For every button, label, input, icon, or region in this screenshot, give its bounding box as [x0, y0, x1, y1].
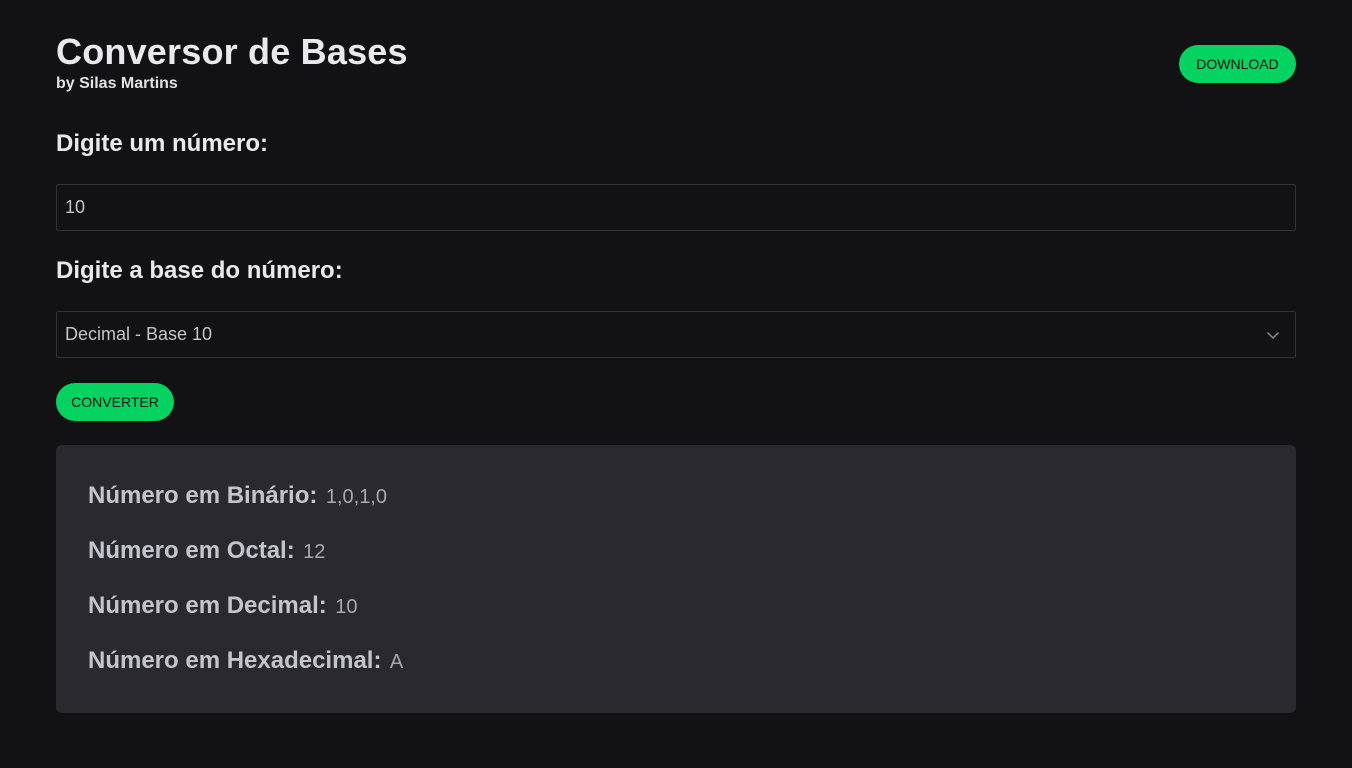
result-octal: Número em Octal: 12 — [88, 534, 1264, 589]
download-button[interactable]: DOWNLOAD — [1179, 45, 1296, 83]
base-label: Digite a base do número: — [56, 257, 343, 284]
page-title: Conversor de Bases — [56, 31, 408, 72]
result-value: A — [389, 651, 404, 673]
app-page: Conversor de Bases by Silas Martins DOWN… — [0, 0, 1352, 768]
result-value: 1,0,1,0 — [325, 486, 387, 508]
result-value: 12 — [303, 541, 326, 563]
convert-button[interactable]: CONVERTER — [56, 383, 174, 421]
result-label: Número em Binário: — [88, 482, 318, 509]
number-input[interactable] — [56, 184, 1296, 231]
header: Conversor de Bases by Silas Martins DOWN… — [56, 0, 1296, 112]
result-label: Número em Hexadecimal: — [88, 647, 382, 674]
author-subtitle: by Silas Martins — [56, 75, 178, 92]
number-label: Digite um número: — [56, 130, 269, 157]
result-binary: Número em Binário: 1,0,1,0 — [88, 479, 1264, 534]
base-select-value: Decimal - Base 10 — [65, 324, 213, 344]
base-select[interactable]: Decimal - Base 10 — [56, 311, 1296, 358]
result-hexadecimal: Número em Hexadecimal: A — [88, 644, 1264, 699]
result-label: Número em Octal: — [88, 537, 295, 564]
result-decimal: Número em Decimal: 10 — [88, 589, 1264, 644]
result-value: 10 — [335, 596, 358, 618]
results-panel: Número em Binário: 1,0,1,0 Número em Oct… — [56, 445, 1296, 713]
chevron-down-icon — [1267, 331, 1279, 339]
result-label: Número em Decimal: — [88, 592, 327, 619]
